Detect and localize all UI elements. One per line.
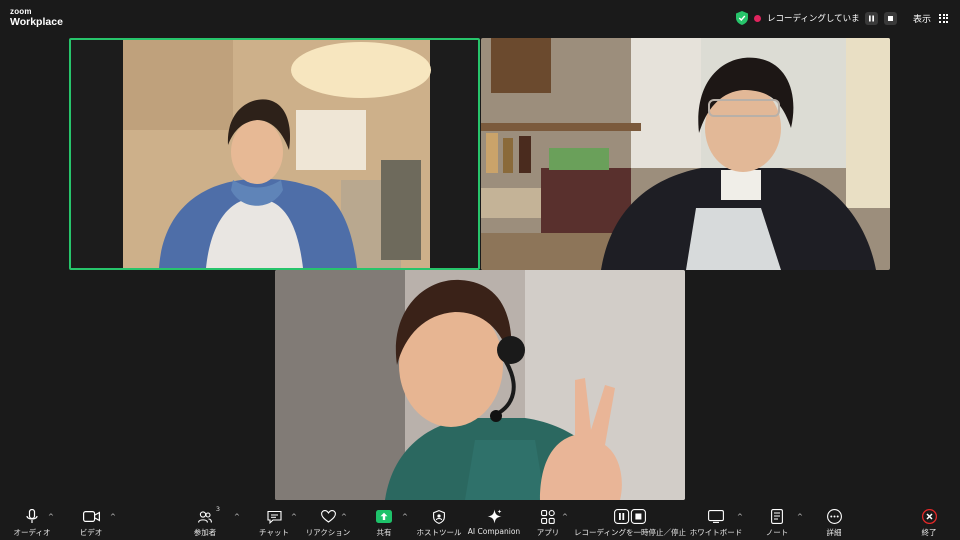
more-label: 詳細 [826, 528, 842, 537]
reactions-label: リアクション [305, 528, 351, 537]
shield-icon[interactable] [735, 11, 748, 25]
apps-options-chevron-icon[interactable]: ^ [562, 513, 568, 521]
meeting-toolbar: オーディオ ^ ビデオ ^ 3 参加者 ^ チャット ^ リアクション ^ 共有… [0, 504, 960, 540]
recording-indicator-icon [753, 14, 761, 22]
share-screen-icon [376, 510, 392, 523]
stop-icon [887, 15, 893, 21]
chat-label: チャット [259, 528, 289, 537]
participants-button[interactable]: 3 参加者 [175, 505, 235, 538]
participants-options-chevron-icon[interactable]: ^ [234, 513, 240, 521]
brand-main: Workplace [10, 16, 63, 28]
video-tile-participant-3[interactable] [275, 270, 685, 500]
heart-icon [320, 510, 336, 523]
top-right-controls: レコーディングしています... 表示 [735, 10, 948, 26]
more-dots-icon [826, 509, 842, 524]
whiteboard-options-chevron-icon[interactable]: ^ [737, 513, 743, 521]
ai-companion-label: AI Companion [467, 527, 521, 536]
more-button[interactable]: 詳細 [804, 508, 864, 538]
pause-icon [868, 15, 874, 21]
participant-video-2 [481, 38, 890, 270]
participants-icon [198, 510, 212, 523]
ai-companion-button[interactable]: AI Companion [464, 508, 524, 536]
notes-label: ノート [765, 528, 789, 537]
app-logo: zoom Workplace [10, 8, 63, 28]
camera-icon [82, 511, 100, 522]
top-bar: zoom Workplace レコーディングしています... 表示 [0, 0, 960, 34]
video-tile-participant-2[interactable] [481, 38, 890, 270]
apps-button[interactable]: アプリ [518, 508, 578, 538]
recording-controls-label: レコーディングを一時停止／停止 [574, 528, 686, 537]
audio-label: オーディオ [13, 528, 51, 537]
video-tile-participant-1[interactable] [69, 38, 480, 270]
reactions-options-chevron-icon[interactable]: ^ [341, 513, 347, 521]
host-tools-label: ホストツール [416, 528, 462, 537]
pause-recording-button[interactable] [864, 11, 878, 25]
end-meeting-button[interactable]: 終了 [899, 508, 959, 538]
grid-view-icon[interactable] [939, 13, 948, 23]
whiteboard-icon [708, 510, 724, 523]
participants-label: 参加者 [193, 528, 217, 537]
stop-recording-button[interactable] [883, 11, 897, 25]
notes-options-chevron-icon[interactable]: ^ [797, 513, 803, 521]
share-options-chevron-icon[interactable]: ^ [402, 513, 408, 521]
participant-count-badge: 3 [215, 505, 220, 513]
recording-controls-button[interactable]: レコーディングを一時停止／停止 [574, 508, 686, 538]
chat-icon [266, 510, 282, 524]
brand-small: zoom [10, 7, 32, 16]
host-shield-icon [433, 509, 445, 524]
host-tools-button[interactable]: ホストツール [409, 508, 469, 538]
end-label: 終了 [921, 528, 937, 537]
end-x-icon [921, 509, 937, 524]
whiteboard-label: ホワイトボード [689, 528, 743, 537]
video-label: ビデオ [79, 528, 103, 537]
participant-video-1 [71, 40, 478, 268]
chat-options-chevron-icon[interactable]: ^ [291, 513, 297, 521]
share-label: 共有 [376, 528, 392, 537]
notes-icon [771, 509, 783, 524]
apps-icon [541, 509, 555, 524]
microphone-icon [26, 509, 38, 523]
sparkle-icon [487, 509, 501, 524]
apps-label: アプリ [536, 528, 560, 537]
view-button[interactable]: 表示 [913, 12, 931, 25]
participant-video-3 [275, 270, 685, 500]
reactions-button[interactable]: リアクション [298, 508, 358, 538]
recording-status: レコーディングしています... [766, 14, 859, 24]
audio-options-chevron-icon[interactable]: ^ [48, 513, 54, 521]
video-options-chevron-icon[interactable]: ^ [110, 513, 116, 521]
pause-stop-recording-icon [614, 509, 646, 524]
